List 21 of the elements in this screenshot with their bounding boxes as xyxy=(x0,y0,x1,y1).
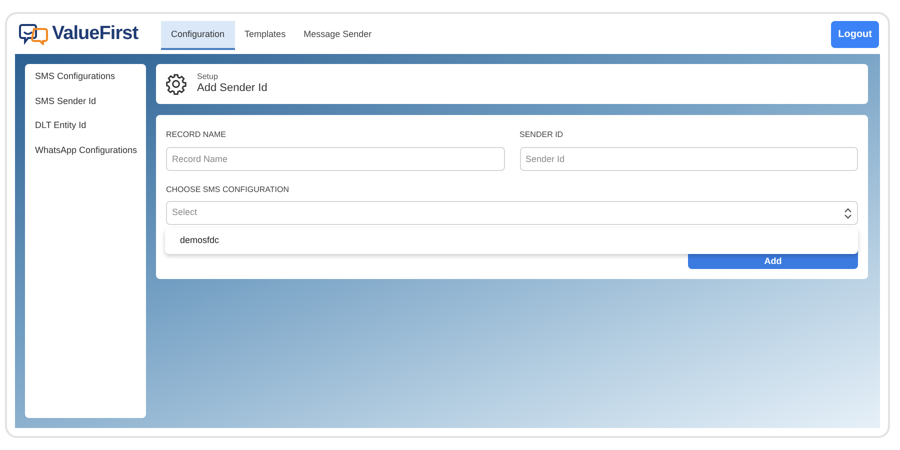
sidebar-item[interactable]: WhatsApp Configurations xyxy=(35,144,136,157)
nav-tab[interactable]: Templates xyxy=(236,21,294,50)
nav-tab[interactable]: Configuration xyxy=(161,21,235,50)
page-title: Add Sender Id xyxy=(197,82,268,96)
logo-icon xyxy=(19,23,49,45)
input-field[interactable]: Sender Id xyxy=(520,147,858,171)
sidebar-item[interactable]: DLT Entity Id xyxy=(35,119,136,132)
chevron-updown-icon xyxy=(844,208,852,218)
field-label: SENDER ID xyxy=(520,129,564,141)
nav-tab[interactable]: Message Sender xyxy=(296,21,380,50)
select-field[interactable]: Select xyxy=(166,201,858,225)
field-label: CHOOSE SMS CONFIGURATION xyxy=(166,184,290,196)
sidebar-item[interactable]: SMS Configurations xyxy=(35,70,136,84)
section-label: Setup xyxy=(197,72,219,82)
dropdown-option[interactable]: demosfdc xyxy=(165,234,234,248)
sidebar-item[interactable]: SMS Sender Id xyxy=(35,94,136,108)
gear-icon xyxy=(165,73,187,95)
field-label: RECORD NAME xyxy=(166,129,228,141)
brand-name: ValueFirst xyxy=(52,22,138,46)
logout-button[interactable]: Logout xyxy=(831,20,879,48)
input-field[interactable]: Record Name xyxy=(166,147,504,171)
